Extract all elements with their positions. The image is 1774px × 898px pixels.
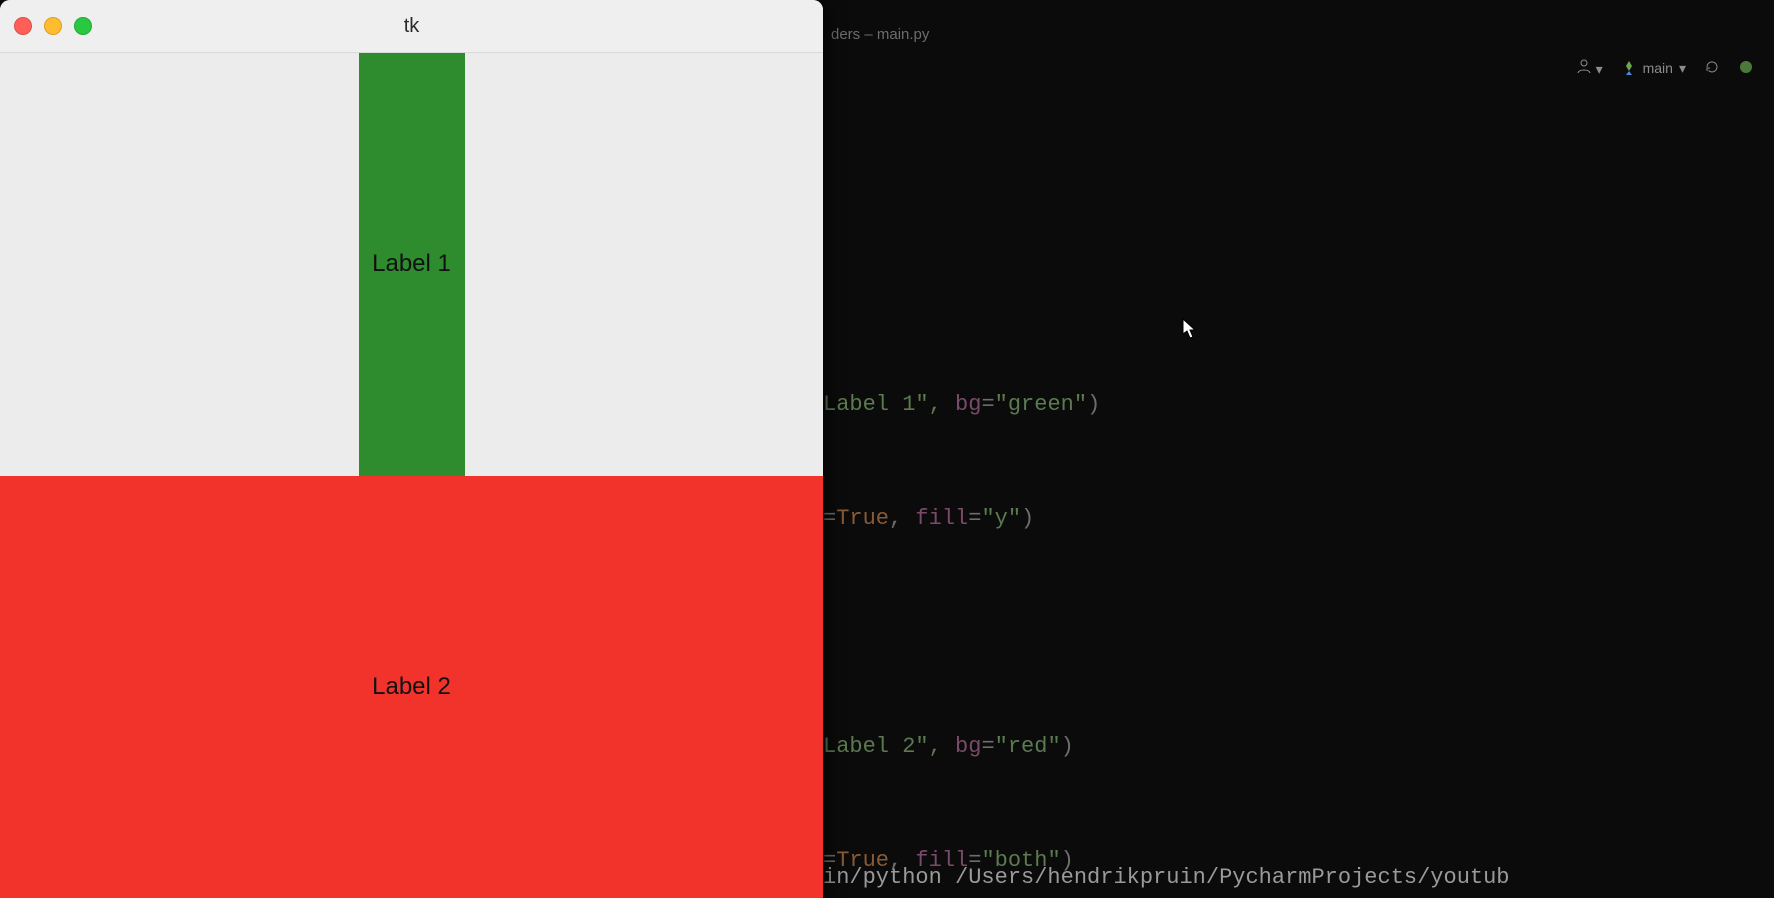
code-line: Label 2", bg="red") <box>823 728 1100 766</box>
minimize-button[interactable] <box>44 17 62 35</box>
label-1: Label 1 <box>359 53 465 476</box>
ide-breadcrumb: ders – main.py <box>831 26 929 43</box>
row-2: Label 2 <box>0 476 823 898</box>
ide-window: ders – main.py ▾ main ▾ Label 1", bg="gr… <box>823 0 1774 898</box>
tk-window: tk Label 1 Label 2 <box>0 0 823 898</box>
code-blank-line <box>823 614 1100 652</box>
code-line: =True, fill="y") <box>823 500 1100 538</box>
window-titlebar[interactable]: tk <box>0 0 823 53</box>
reload-icon[interactable] <box>1704 59 1720 78</box>
run-icon[interactable] <box>1738 59 1754 78</box>
code-editor[interactable]: Label 1", bg="green") =True, fill="y") L… <box>823 310 1100 898</box>
code-line: Label 1", bg="green") <box>823 386 1100 424</box>
label-2-text: Label 2 <box>372 673 451 701</box>
mouse-cursor-icon <box>1182 318 1198 340</box>
maximize-button[interactable] <box>74 17 92 35</box>
row-1: Label 1 <box>0 53 823 476</box>
user-icon[interactable]: ▾ <box>1576 58 1603 78</box>
run-config-label: main <box>1643 60 1673 76</box>
window-title: tk <box>404 15 420 38</box>
traffic-lights <box>14 17 92 35</box>
terminal-output: in/python /Users/hendrikpruin/PycharmPro… <box>823 865 1510 890</box>
window-client-area: Label 1 Label 2 <box>0 53 823 898</box>
close-button[interactable] <box>14 17 32 35</box>
label-2: Label 2 <box>0 476 823 898</box>
run-config-selector[interactable]: main ▾ <box>1621 60 1686 77</box>
ide-toolbar: ▾ main ▾ <box>1576 58 1754 78</box>
label-1-text: Label 1 <box>372 250 451 278</box>
